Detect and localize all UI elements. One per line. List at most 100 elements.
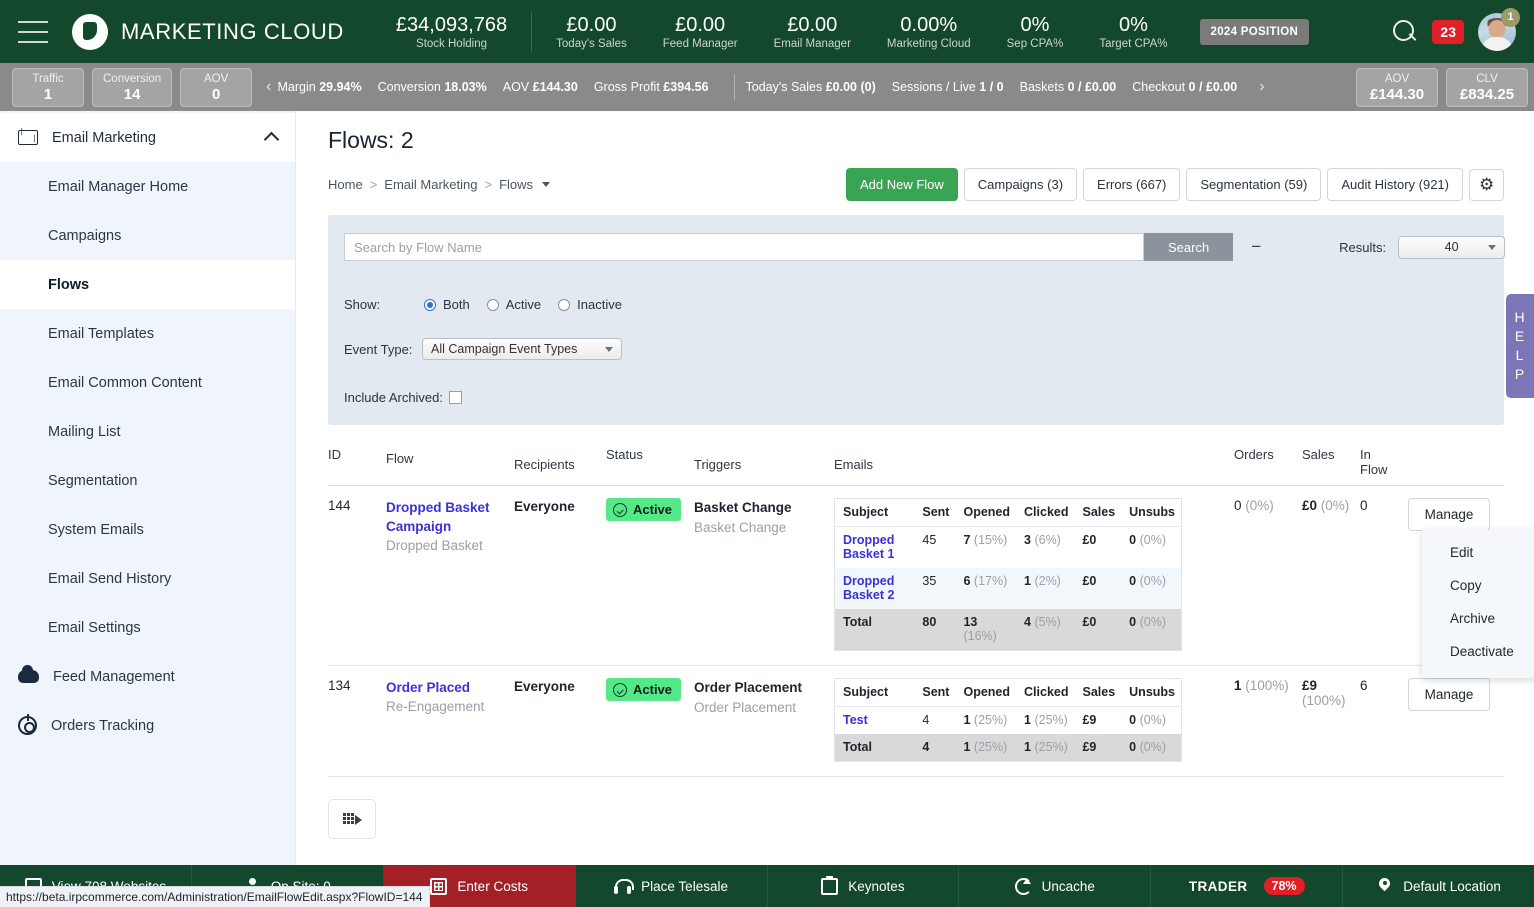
avatar-badge: 1	[1501, 7, 1520, 27]
menu-icon[interactable]	[18, 20, 48, 43]
menu-item-copy[interactable]: Copy	[1422, 569, 1534, 602]
sidebar-item-campaigns[interactable]: Campaigns	[0, 211, 295, 260]
sidebar-item-email-manager-home[interactable]: Email Manager Home	[0, 162, 295, 211]
flow-name-link[interactable]: Order Placed	[386, 678, 514, 697]
breadcrumb-email-marketing[interactable]: Email Marketing	[384, 177, 477, 192]
include-archived-checkbox[interactable]	[449, 391, 463, 404]
breadcrumb-home[interactable]: Home	[328, 177, 363, 192]
kpi-aov[interactable]: AOV 0	[180, 67, 253, 107]
show-label: Show:	[344, 297, 381, 312]
flow-name-link[interactable]: Dropped Basket Campaign	[386, 498, 514, 536]
email-total-sales: £0	[1074, 609, 1122, 650]
radio-inactive-label[interactable]: Inactive	[577, 297, 622, 312]
campaigns-button[interactable]: Campaigns (3)	[963, 168, 1078, 201]
manage-button[interactable]: Manage	[1408, 498, 1490, 531]
kpi-clv[interactable]: CLV £834.25	[1446, 67, 1528, 107]
footer-uncache[interactable]: Uncache	[959, 865, 1152, 907]
search-icon[interactable]	[1392, 19, 1418, 45]
radio-active-label[interactable]: Active	[506, 297, 541, 312]
stat-email-manager: £0.00 Email Manager	[756, 13, 869, 50]
email-total-row: Total 80 13 (16%) 4 (5%) £0 0 (0%)	[835, 609, 1181, 650]
sidebar-item-orders-tracking[interactable]: Orders Tracking	[0, 701, 295, 750]
help-tab[interactable]: H E L P	[1506, 294, 1534, 398]
footer-trader[interactable]: TRADER 78%	[1151, 865, 1344, 907]
stat-value: £0.00	[675, 14, 726, 36]
sidebar-item-email-send-history[interactable]: Email Send History	[0, 554, 295, 603]
logo-icon	[72, 13, 108, 50]
sidebar-item-flows[interactable]: Flows	[0, 260, 295, 309]
position-badge[interactable]: 2024 POSITION	[1199, 18, 1310, 45]
radio-inactive[interactable]	[558, 298, 571, 311]
row-id: 134	[328, 678, 351, 693]
column-header-orders: Orders	[1234, 447, 1274, 462]
divider	[734, 74, 736, 100]
breadcrumb-flows[interactable]: Flows	[499, 177, 533, 192]
column-header-sales: Sales	[1302, 447, 1335, 462]
radio-both[interactable]	[424, 298, 436, 311]
footer-place-telesale[interactable]: Place Telesale	[576, 865, 768, 907]
recipients-value: Everyone	[514, 679, 575, 694]
sidebar-item-system-emails[interactable]: System Emails	[0, 505, 295, 554]
email-subject-link[interactable]: Test	[843, 713, 868, 727]
menu-item-deactivate[interactable]: Deactivate	[1422, 635, 1534, 668]
sidebar-item-label: Email Templates	[48, 325, 155, 342]
flow-subtitle: Re-Engagement	[386, 699, 485, 714]
envelope-icon	[18, 130, 38, 145]
pin-icon	[1376, 878, 1393, 895]
stat-value: 0%	[1020, 14, 1050, 36]
kpi-label: Conversion	[103, 72, 162, 85]
settings-button[interactable]	[1469, 168, 1504, 201]
kpi-label: CLV	[1476, 72, 1498, 85]
email-subject-link[interactable]: Dropped Basket 2	[843, 574, 894, 602]
stat-sep-cpa: 0% Sep CPA%	[989, 13, 1082, 50]
segmentation-button[interactable]: Segmentation (59)	[1186, 168, 1322, 201]
sales-cell: £0 (0%)	[1302, 498, 1350, 513]
header-stats: £34,093,768 Stock Holding £0.00 Today's …	[378, 11, 1186, 52]
sidebar-item-email-settings[interactable]: Email Settings	[0, 603, 295, 652]
event-type-select[interactable]: All Campaign Event Types	[422, 338, 622, 360]
sidebar-group-email-marketing[interactable]: Email Marketing	[0, 113, 295, 162]
sidebar-item-email-templates[interactable]: Email Templates	[0, 309, 295, 358]
email-total-row: Total 4 1 (25%) 1 (25%) £9 0 (0%)	[835, 734, 1181, 761]
collapse-icon[interactable]: −	[1251, 237, 1261, 257]
headset-icon	[614, 878, 635, 895]
export-button[interactable]	[328, 799, 376, 839]
kpi-aov-right[interactable]: AOV £144.30	[1356, 67, 1438, 107]
main-content: Flows: 2 Home > Email Marketing > Flows …	[296, 111, 1534, 865]
sidebar-item-mailing-list[interactable]: Mailing List	[0, 407, 295, 456]
avatar[interactable]: 1	[1478, 7, 1520, 51]
add-new-flow-button[interactable]: Add New Flow	[845, 168, 958, 201]
sidebar: Email Marketing Email Manager Home Campa…	[0, 111, 296, 865]
footer-keynotes[interactable]: Keynotes	[768, 865, 960, 907]
metric-conversion: Conversion 18.03%	[378, 80, 487, 94]
radio-active[interactable]	[486, 298, 499, 311]
search-button[interactable]: Search	[1144, 233, 1234, 261]
stat-label: Email Manager	[773, 38, 851, 50]
errors-button[interactable]: Errors (667)	[1083, 168, 1181, 201]
in-flow-line2: Flow	[1360, 462, 1388, 477]
scroll-right-icon[interactable]: ›	[1253, 78, 1270, 96]
sidebar-item-email-common-content[interactable]: Email Common Content	[0, 358, 295, 407]
kpi-conversion[interactable]: Conversion 14	[92, 67, 173, 107]
filter-panel: Search − Results: 40 Show: Both Active	[328, 215, 1506, 425]
sidebar-item-feed-management[interactable]: Feed Management	[0, 652, 295, 701]
email-sent: 35	[914, 568, 956, 609]
sidebar-item-segmentation[interactable]: Segmentation	[0, 456, 295, 505]
footer-default-location[interactable]: Default Location	[1343, 865, 1534, 907]
email-unsubs: 0 (0%)	[1129, 533, 1166, 547]
notification-badge[interactable]: 23	[1432, 19, 1464, 44]
menu-item-archive[interactable]: Archive	[1422, 602, 1534, 635]
manage-button[interactable]: Manage	[1408, 678, 1490, 711]
chevron-down-icon[interactable]	[542, 182, 551, 187]
results-select[interactable]: 40	[1398, 235, 1506, 259]
search-input[interactable]	[344, 233, 1144, 261]
emails-subtable: Subject Sent Opened Clicked Sales Unsubs…	[834, 498, 1182, 651]
radio-both-label[interactable]: Both	[443, 297, 470, 312]
menu-item-edit[interactable]: Edit	[1422, 536, 1534, 569]
email-subject-link[interactable]: Dropped Basket 1	[843, 533, 894, 561]
audit-history-button[interactable]: Audit History (921)	[1327, 168, 1463, 201]
kpi-traffic[interactable]: Traffic 1	[12, 67, 84, 107]
email-total-label: Total	[835, 609, 915, 650]
scroll-left-icon[interactable]: ‹	[260, 78, 277, 96]
flow-subtitle: Dropped Basket	[386, 538, 483, 553]
